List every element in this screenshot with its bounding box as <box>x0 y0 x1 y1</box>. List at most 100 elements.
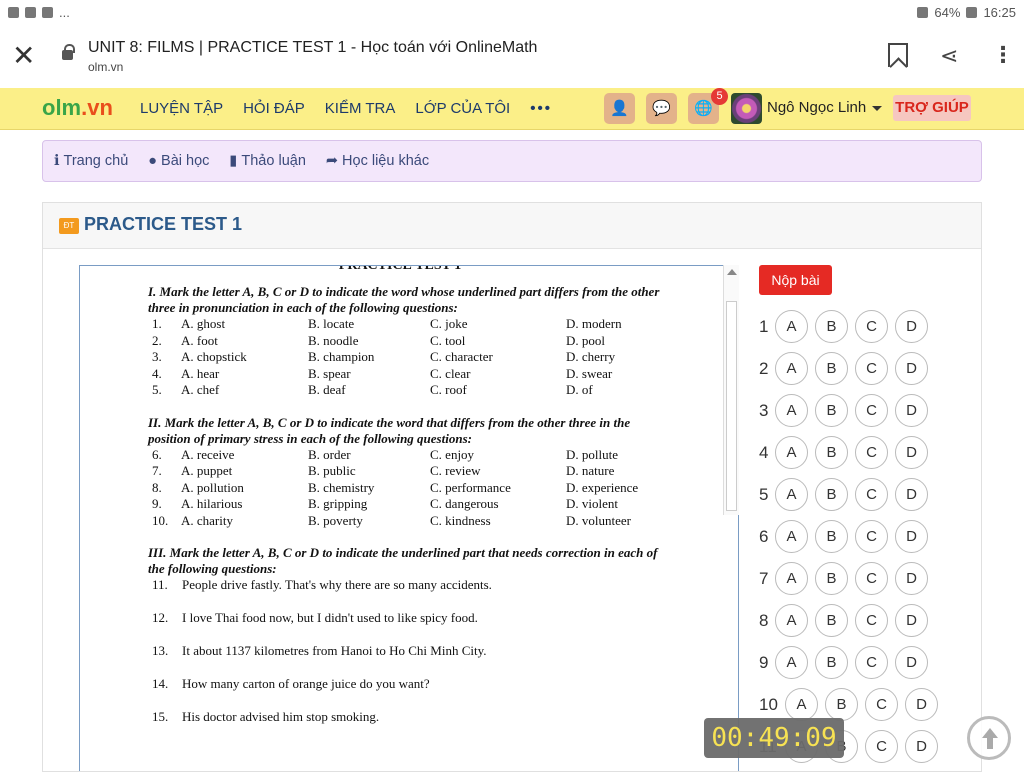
answer-question-number: 7 <box>759 569 769 588</box>
nav-link-test[interactable]: KIỂM TRA <box>325 100 396 117</box>
test-document-viewer[interactable]: PRACTICE TEST 1 I. Mark the letter A, B,… <box>79 265 739 771</box>
subnav-home[interactable]: ℹ Trang chủ <box>54 153 128 169</box>
nav-link-my-class[interactable]: LỚP CỦA TÔI <box>415 100 510 117</box>
nav-link-qa[interactable]: HỎI ĐÁP <box>243 100 305 117</box>
scroll-thumb[interactable] <box>726 301 737 511</box>
add-friend-icon[interactable]: 👤 <box>604 93 635 124</box>
answer-option-d[interactable]: D <box>895 478 928 511</box>
nav-more-button[interactable]: ••• <box>530 100 552 117</box>
answer-option-d[interactable]: D <box>895 646 928 679</box>
question-row: 4. A. hear B. spear C. clear D. swear <box>152 366 666 383</box>
choice-c: C. enjoy <box>430 446 475 462</box>
answer-option-a[interactable]: A <box>775 478 808 511</box>
answer-option-c[interactable]: C <box>855 436 888 469</box>
choice-b: B. noodle <box>308 332 359 348</box>
correction-question: 11. People drive fastly. That's why there… <box>90 577 710 610</box>
choice-d: D. pollute <box>566 446 618 462</box>
question-number: 11. <box>152 577 168 592</box>
answer-option-a[interactable]: A <box>775 562 808 595</box>
help-button[interactable]: TRỢ GIÚP <box>893 95 971 121</box>
answer-question-number: 5 <box>759 485 769 504</box>
close-icon[interactable]: ✕ <box>12 42 35 70</box>
doc-scrollbar[interactable] <box>723 265 739 515</box>
answer-option-d[interactable]: D <box>895 436 928 469</box>
question-row: 1. A. ghost B. locate C. joke D. modern <box>152 316 666 333</box>
nav-links: LUYỆN TẬP HỎI ĐÁP KIỂM TRA LỚP CỦA TÔI •… <box>140 100 552 117</box>
answer-option-c[interactable]: C <box>855 562 888 595</box>
answer-question-number: 3 <box>759 401 769 420</box>
answer-option-b[interactable]: B <box>815 436 848 469</box>
answer-option-d[interactable]: D <box>905 730 938 763</box>
countdown-timer: 00:49:09 <box>704 718 844 758</box>
answer-option-b[interactable]: B <box>815 394 848 427</box>
nav-link-practice[interactable]: LUYỆN TẬP <box>140 100 223 117</box>
answer-option-c[interactable]: C <box>855 604 888 637</box>
answer-option-c[interactable]: C <box>855 646 888 679</box>
answer-option-d[interactable]: D <box>895 352 928 385</box>
answer-option-c[interactable]: C <box>855 394 888 427</box>
site-logo[interactable]: olm.vn <box>42 95 113 121</box>
answer-option-c[interactable]: C <box>855 478 888 511</box>
subnav-lessons[interactable]: ● Bài học <box>148 153 209 169</box>
answer-option-c[interactable]: C <box>865 730 898 763</box>
answer-sheet: 1ABCD2ABCD3ABCD4ABCD5ABCD6ABCD7ABCD8ABCD… <box>759 310 969 772</box>
question-row: 7. A. puppet B. public C. review D. nature <box>152 463 666 480</box>
answer-option-a[interactable]: A <box>775 436 808 469</box>
choice-d: D. volunteer <box>566 512 631 528</box>
submit-button[interactable]: Nộp bài <box>759 265 832 295</box>
page-url[interactable]: olm.vn <box>88 60 123 74</box>
answer-option-a[interactable]: A <box>775 520 808 553</box>
scroll-up-icon[interactable] <box>727 269 737 275</box>
answer-option-b[interactable]: B <box>825 688 858 721</box>
share-icon[interactable]: ⋖ <box>940 43 958 69</box>
question-number: 7. <box>152 463 162 479</box>
choice-c: C. kindness <box>430 512 491 528</box>
choice-d: D. pool <box>566 332 605 348</box>
choice-a: A. ghost <box>181 316 226 332</box>
answer-option-a[interactable]: A <box>775 646 808 679</box>
answer-option-a[interactable]: A <box>775 604 808 637</box>
info-icon: ℹ <box>54 153 60 169</box>
answer-option-a[interactable]: A <box>775 394 808 427</box>
answer-option-c[interactable]: C <box>855 352 888 385</box>
answer-option-b[interactable]: B <box>815 478 848 511</box>
answer-option-c[interactable]: C <box>855 520 888 553</box>
question-number: 13. <box>152 643 169 658</box>
answer-option-a[interactable]: A <box>785 688 818 721</box>
answer-option-b[interactable]: B <box>815 352 848 385</box>
answer-option-d[interactable]: D <box>895 394 928 427</box>
answer-option-b[interactable]: B <box>815 520 848 553</box>
answer-option-c[interactable]: C <box>855 310 888 343</box>
answer-option-b[interactable]: B <box>815 604 848 637</box>
book-icon: ▮ <box>229 153 238 169</box>
answer-option-d[interactable]: D <box>895 562 928 595</box>
question-row: 2. A. foot B. noodle C. tool D. pool <box>152 333 666 350</box>
choice-b: B. deaf <box>308 382 346 398</box>
answer-option-a[interactable]: A <box>775 352 808 385</box>
scroll-to-top-icon[interactable] <box>967 716 1011 760</box>
subnav-home-label: Trang chủ <box>63 153 129 169</box>
answer-option-a[interactable]: A <box>775 310 808 343</box>
menu-kebab-icon[interactable]: ⋮ <box>992 42 1014 68</box>
answer-option-b[interactable]: B <box>815 646 848 679</box>
answer-option-b[interactable]: B <box>815 310 848 343</box>
choice-b: B. gripping <box>308 496 368 512</box>
question-number: 4. <box>152 365 162 381</box>
choice-c: C. dangerous <box>430 496 499 512</box>
question-row: 6. A. receive B. order C. enjoy D. pollute <box>152 447 666 464</box>
answer-option-d[interactable]: D <box>895 604 928 637</box>
user-menu[interactable]: Ngô Ngọc Linh <box>767 99 883 116</box>
messages-icon[interactable]: 💬 <box>646 93 677 124</box>
avatar[interactable] <box>731 93 762 124</box>
answer-option-c[interactable]: C <box>865 688 898 721</box>
subnav-discussion[interactable]: ▮ Thảo luận <box>229 153 305 169</box>
choice-c: C. tool <box>430 332 466 348</box>
answer-option-d[interactable]: D <box>895 520 928 553</box>
answer-row: 4ABCD <box>759 436 969 478</box>
answer-option-d[interactable]: D <box>905 688 938 721</box>
choice-b: B. poverty <box>308 512 363 528</box>
answer-option-d[interactable]: D <box>895 310 928 343</box>
bookmark-icon[interactable] <box>888 43 908 67</box>
answer-option-b[interactable]: B <box>815 562 848 595</box>
subnav-resources[interactable]: ➦ Học liệu khác <box>326 153 429 169</box>
